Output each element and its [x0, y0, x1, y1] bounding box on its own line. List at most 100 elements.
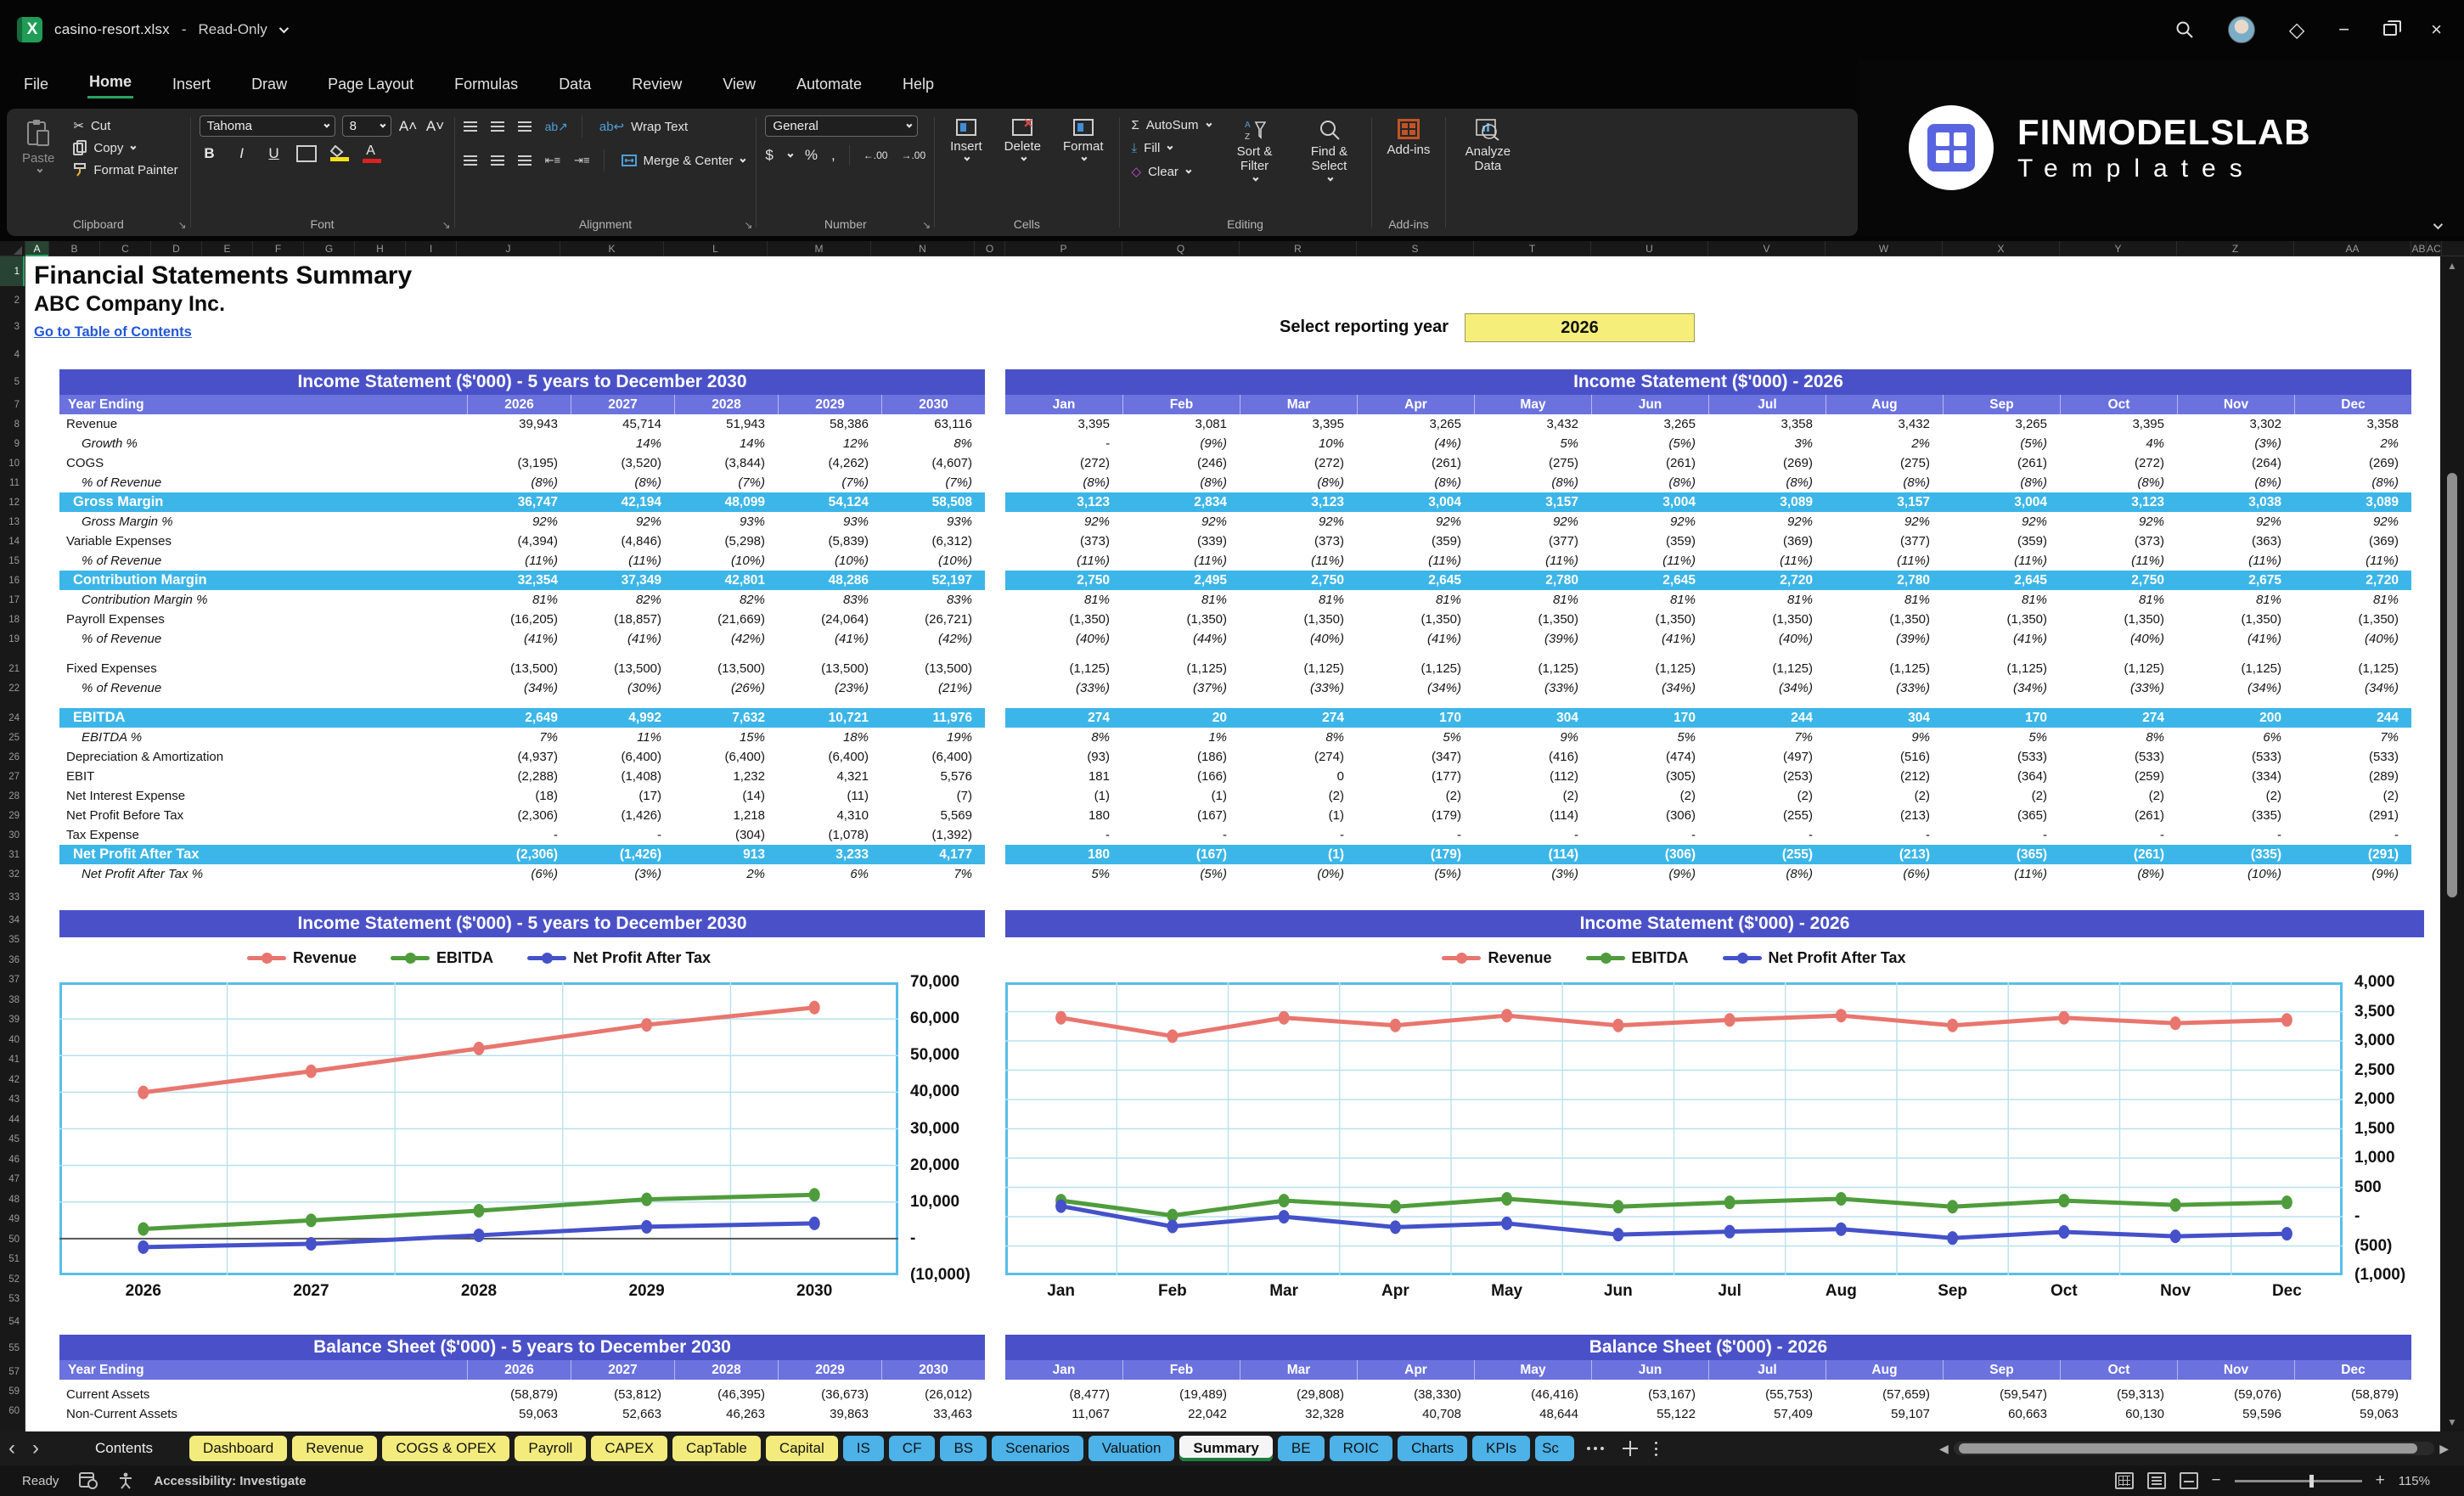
- row-label[interactable]: EBIT: [59, 767, 467, 786]
- row-number[interactable]: 17: [0, 590, 25, 610]
- row-number[interactable]: 15: [0, 551, 25, 571]
- row-number[interactable]: 39: [0, 1010, 25, 1031]
- table-cell[interactable]: 93%: [881, 512, 985, 531]
- table-cell[interactable]: (13,500): [881, 659, 985, 678]
- table-cell[interactable]: -: [467, 825, 571, 845]
- sheet-tab-capital[interactable]: Capital: [765, 1436, 838, 1461]
- table-cell[interactable]: (179): [1357, 806, 1474, 825]
- table-cell[interactable]: (6,312): [881, 531, 985, 551]
- table-cell[interactable]: 39,943: [467, 414, 571, 434]
- table-cell[interactable]: 93%: [778, 512, 881, 531]
- row-number[interactable]: 42: [0, 1070, 25, 1090]
- table-cell[interactable]: (1,350): [2177, 610, 2294, 629]
- table-cell[interactable]: (11%): [467, 551, 571, 571]
- table-cell[interactable]: (11%): [1357, 551, 1474, 571]
- table-cell[interactable]: (8%): [1708, 473, 1825, 492]
- table-cell[interactable]: (53,167): [1591, 1385, 1708, 1404]
- table-cell[interactable]: 81%: [2060, 590, 2177, 610]
- table-cell[interactable]: (8%): [2060, 473, 2177, 492]
- wrap-text-button[interactable]: ab↩ Wrap Text: [596, 116, 691, 137]
- table-cell[interactable]: 3,265: [1591, 414, 1708, 434]
- table-cell[interactable]: (1,350): [1240, 610, 1357, 629]
- row-number[interactable]: 24: [0, 708, 25, 728]
- column-header[interactable]: S: [1357, 241, 1474, 256]
- table-cell[interactable]: (1,125): [1240, 659, 1357, 678]
- table-cell[interactable]: (2): [2177, 786, 2294, 806]
- tab-options-icon[interactable]: [1655, 1441, 1658, 1456]
- table-cell[interactable]: 5%: [1943, 728, 2060, 747]
- currency-format-button[interactable]: $: [765, 147, 773, 164]
- table-cell[interactable]: (246): [1122, 453, 1240, 473]
- table-cell[interactable]: 3%: [1708, 434, 1825, 453]
- table-cell[interactable]: (1,350): [1122, 610, 1240, 629]
- table-cell[interactable]: (359): [1943, 531, 2060, 551]
- table-cell[interactable]: 82%: [674, 590, 778, 610]
- table-cell[interactable]: (2,306): [467, 806, 571, 825]
- table-header-label[interactable]: Year Ending: [59, 1360, 467, 1380]
- table-cell[interactable]: 33,463: [881, 1404, 985, 1424]
- table-cell[interactable]: (6,400): [674, 747, 778, 767]
- table-cell[interactable]: 2%: [2294, 434, 2411, 453]
- table-cell[interactable]: (11%): [1591, 551, 1708, 571]
- table-cell[interactable]: 274: [1005, 708, 1122, 728]
- table-cell[interactable]: 92%: [1825, 512, 1943, 531]
- row-number[interactable]: 51: [0, 1250, 25, 1270]
- table-cell[interactable]: 7%: [881, 864, 985, 884]
- table-cell[interactable]: 46,263: [674, 1404, 778, 1424]
- table-cell[interactable]: 200: [2177, 708, 2294, 728]
- row-label[interactable]: Net Profit Before Tax: [59, 806, 467, 825]
- table-cell[interactable]: -: [1122, 825, 1240, 845]
- table-cell[interactable]: (9%): [2294, 864, 2411, 884]
- table-cell[interactable]: (6%): [1825, 864, 1943, 884]
- table-cell[interactable]: (8%): [1240, 473, 1357, 492]
- table-cell[interactable]: 274: [2060, 708, 2177, 728]
- table-header-cell[interactable]: Jan: [1005, 1360, 1122, 1380]
- table-cell[interactable]: 7,632: [674, 708, 778, 728]
- row-number[interactable]: 52: [0, 1269, 25, 1290]
- row-number[interactable]: 29: [0, 806, 25, 825]
- row-number[interactable]: 54: [0, 1309, 25, 1335]
- row-number[interactable]: 18: [0, 610, 25, 629]
- sort-filter-button[interactable]: AZ Sort & Filter: [1222, 115, 1288, 216]
- table-cell[interactable]: (1,125): [2177, 659, 2294, 678]
- row-label[interactable]: % of Revenue: [59, 629, 467, 649]
- column-header[interactable]: B: [49, 241, 100, 256]
- table-cell[interactable]: 15%: [674, 728, 778, 747]
- table-cell[interactable]: (33%): [1825, 678, 1943, 698]
- table-cell[interactable]: 304: [1474, 708, 1591, 728]
- sheet-tab-captable[interactable]: CapTable: [672, 1436, 761, 1461]
- table-cell[interactable]: (1,426): [571, 806, 674, 825]
- table-cell[interactable]: (213): [1825, 806, 1943, 825]
- table-cell[interactable]: (13,500): [674, 659, 778, 678]
- menu-item-file[interactable]: File: [22, 72, 50, 97]
- table-header-cell[interactable]: 2029: [778, 395, 881, 414]
- table-cell[interactable]: 3,004: [1591, 492, 1708, 512]
- table-cell[interactable]: (8%): [1943, 473, 2060, 492]
- table-cell[interactable]: 11%: [571, 728, 674, 747]
- table-cell[interactable]: (3,844): [674, 453, 778, 473]
- row-number[interactable]: 40: [0, 1030, 25, 1050]
- fill-color-button[interactable]: [329, 145, 349, 161]
- page-break-view-icon[interactable]: [2179, 1472, 2198, 1489]
- table-cell[interactable]: 92%: [1474, 512, 1591, 531]
- table-cell[interactable]: (334): [2177, 767, 2294, 786]
- column-header[interactable]: X: [1943, 241, 2060, 256]
- table-cell[interactable]: 5%: [1357, 728, 1474, 747]
- table-cell[interactable]: 52,197: [881, 571, 985, 590]
- row-number[interactable]: 9: [0, 434, 25, 453]
- table-cell[interactable]: 3,432: [1825, 414, 1943, 434]
- table-cell[interactable]: (1,125): [2060, 659, 2177, 678]
- table-cell[interactable]: (5%): [1357, 864, 1474, 884]
- table-cell[interactable]: 59,063: [467, 1404, 571, 1424]
- table-cell[interactable]: (40%): [1240, 629, 1357, 649]
- table-cell[interactable]: (44%): [1122, 629, 1240, 649]
- row-number[interactable]: 8: [0, 414, 25, 434]
- table-header-cell[interactable]: May: [1474, 395, 1591, 414]
- table-cell[interactable]: 3,123: [1005, 492, 1122, 512]
- column-header[interactable]: A: [25, 241, 49, 256]
- table-cell[interactable]: (13,500): [778, 659, 881, 678]
- table-cell[interactable]: (34%): [2177, 678, 2294, 698]
- table-header-cell[interactable]: 2028: [674, 395, 778, 414]
- table-cell[interactable]: 59,107: [1825, 1404, 1943, 1424]
- row-number[interactable]: 19: [0, 629, 25, 649]
